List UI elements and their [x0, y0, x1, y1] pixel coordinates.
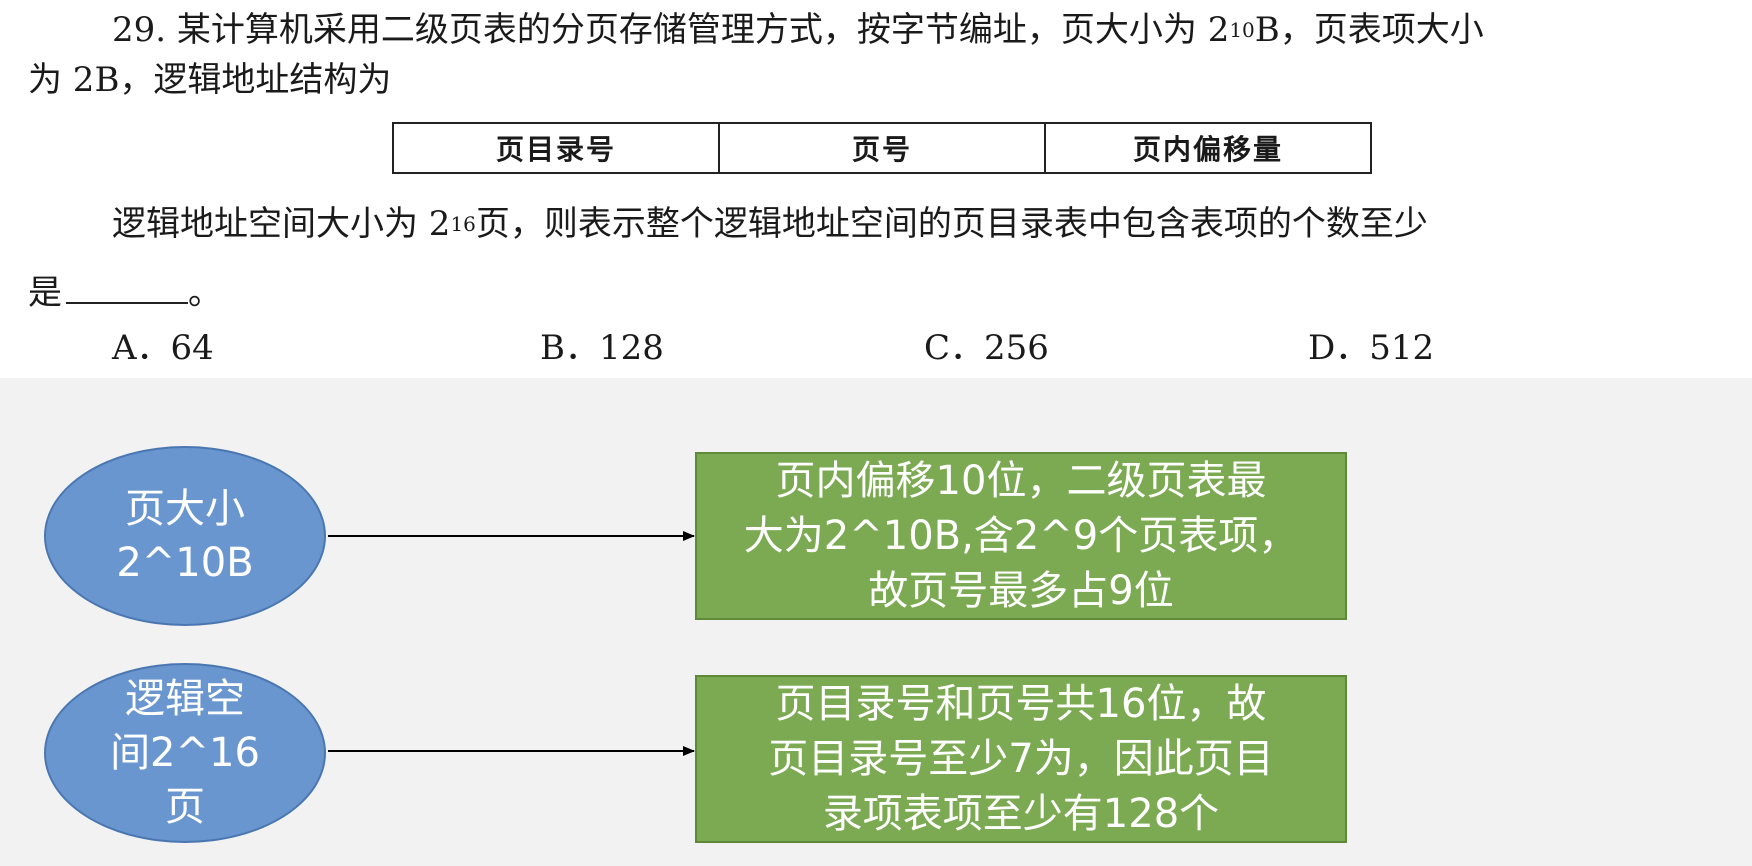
page-size-exponent: 10	[1229, 18, 1255, 42]
offset-explanation-box: 页内偏移10位，二级页表最 大为2^10B,含2^9个页表项， 故页号最多占9位	[695, 452, 1347, 620]
answer-options: A．64 B．128 C．256 D．512	[0, 326, 1752, 370]
address-space-node: 逻辑空 间2^16 页	[44, 663, 326, 843]
question-text-3b: 页，则表示整个逻辑地址空间的页目录表中包含表项的个数至少	[475, 204, 1428, 244]
page-directory-number-cell: 页目录号	[495, 133, 616, 166]
question-text-4a: 是	[28, 273, 62, 313]
page-number-cell: 页号	[718, 124, 1044, 172]
answer-blank	[66, 272, 188, 304]
logical-address-structure-table: 页目录号 页号 页内偏移量	[392, 122, 1372, 174]
question-line-3: 逻辑地址空间大小为 216页，则表示整个逻辑地址空间的页目录表中包含表项的个数至…	[112, 204, 1428, 248]
question-text-1b: B，页表项大小	[1254, 10, 1484, 50]
offset-explanation-text: 页内偏移10位，二级页表最 大为2^10B,含2^9个页表项， 故页号最多占9位	[743, 457, 1299, 614]
page-size-node: 页大小 2^10B	[44, 446, 326, 626]
question-line-4: 是。	[28, 272, 222, 313]
page-size-node-label: 页大小 2^10B	[116, 486, 254, 586]
question-text-4b: 。	[188, 273, 222, 313]
address-space-exponent: 16	[450, 212, 476, 236]
directory-explanation-text: 页目录号和页号共16位，故 页目录号至少7为，因此页目 录项表项至少有128个	[768, 680, 1274, 837]
explanation-diagram: 页大小 2^10B 逻辑空 间2^16 页 页内偏移10位，二级页表最 大为2^…	[0, 378, 1752, 866]
question-area: 29. 某计算机采用二级页表的分页存储管理方式，按字节编址，页大小为 210B，…	[0, 0, 1752, 378]
question-line-1: 29. 某计算机采用二级页表的分页存储管理方式，按字节编址，页大小为 210B，…	[112, 10, 1484, 54]
option-d: D．512	[1308, 328, 1435, 368]
option-a: A．64	[112, 328, 214, 368]
directory-explanation-box: 页目录号和页号共16位，故 页目录号至少7为，因此页目 录项表项至少有128个	[695, 675, 1347, 843]
question-text-3a: 逻辑地址空间大小为 2	[112, 204, 451, 244]
address-space-node-label: 逻辑空 间2^16 页	[110, 676, 260, 830]
option-b: B．128	[540, 328, 664, 368]
question-text-1a: 某计算机采用二级页表的分页存储管理方式，按字节编址，页大小为 2	[176, 10, 1230, 50]
question-line-2: 为 2B，逻辑地址结构为	[28, 60, 392, 100]
question-number: 29.	[112, 10, 167, 50]
page-offset-cell: 页内偏移量	[1044, 124, 1370, 172]
option-c: C．256	[924, 328, 1049, 368]
